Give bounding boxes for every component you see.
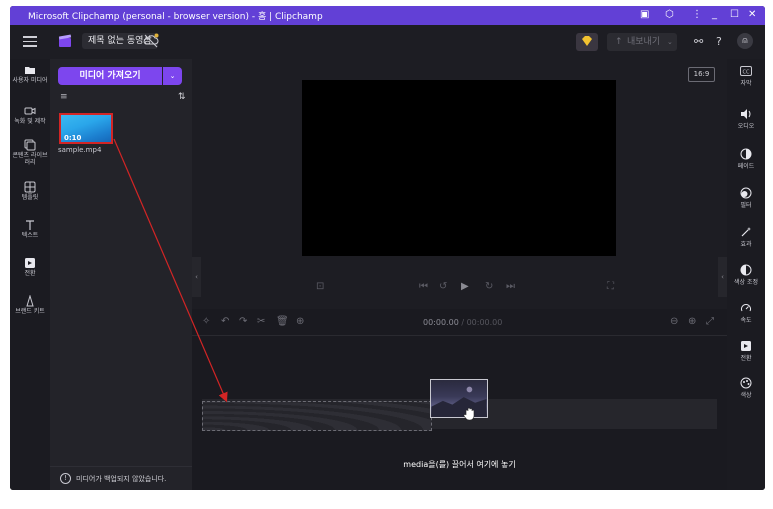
right-item-captions[interactable]: CC 자막 (727, 65, 765, 87)
reader-icon[interactable]: ▣ (640, 8, 649, 22)
app-window: Microsoft Clipchamp (personal - browser … (10, 6, 765, 490)
import-dropdown-button[interactable]: ⌄ (163, 67, 182, 85)
diamond-icon (582, 36, 592, 46)
split-icon[interactable]: ✂ (257, 316, 265, 328)
skip-forward-icon[interactable]: ⏭ (506, 281, 515, 293)
screenshot-icon[interactable]: ⊡ (316, 281, 324, 293)
right-item-color-adjust[interactable]: 색상 조정 (727, 264, 765, 286)
clipchamp-logo-icon (58, 34, 72, 47)
zoom-out-icon[interactable]: ⊖ (670, 316, 678, 328)
import-media-button[interactable]: 미디어 가져오기 (58, 67, 162, 85)
color-icon (740, 377, 752, 389)
video-preview[interactable] (302, 80, 616, 256)
nav-item-brand-kit[interactable]: 브랜드 키트 (10, 295, 50, 315)
color-adjust-icon (740, 264, 752, 276)
camera-icon (24, 107, 36, 115)
nav-item-transitions[interactable]: 전환 (10, 257, 50, 277)
upload-icon: ↑ (615, 37, 623, 47)
collapse-right-button[interactable]: ‹ (718, 257, 727, 297)
folder-icon (25, 67, 35, 74)
more-icon[interactable]: ⋮ (692, 8, 702, 22)
title-bar: Microsoft Clipchamp (personal - browser … (10, 6, 765, 25)
audio-icon (741, 109, 751, 119)
rewind-icon[interactable]: ↺ (439, 281, 447, 293)
preview-area: 16:9 ‹ ‹ ⊡ ⏮ ↺ ▶ ↻ ⏭ ⛶ (192, 59, 727, 309)
add-media-icon[interactable]: ⊕ (296, 316, 304, 328)
info-icon: ! (60, 473, 71, 484)
help-icon[interactable]: ? (716, 34, 722, 50)
redo-icon[interactable]: ↷ (239, 316, 247, 328)
right-item-speed[interactable]: 속도 (727, 302, 765, 324)
close-icon[interactable]: ✕ (748, 8, 756, 22)
nav-item-templates[interactable]: 템플릿 (10, 181, 50, 201)
timeline: ✧ ↶ ↷ ✂ 🗑 ⊕ 00:00.00 / 00:00.00 ⊖ ⊕ ⤢ me… (192, 309, 727, 490)
right-item-filter[interactable]: 필터 (727, 187, 765, 209)
left-sidebar: 사용자 미디어 녹화 및 제작 콘텐츠 라이브러리 템플릿 텍스트 전환 브랜드… (10, 59, 50, 490)
effects-icon (741, 227, 751, 237)
window-title: Microsoft Clipchamp (personal - browser … (28, 12, 323, 22)
grab-hand-icon (463, 407, 475, 421)
right-item-effects[interactable]: 효과 (727, 226, 765, 248)
magic-icon[interactable]: ✧ (202, 316, 210, 328)
export-button[interactable]: ↑ 내보내기 ⌄ (607, 33, 677, 51)
media-thumbnail[interactable]: 0:10 (59, 113, 113, 144)
play-icon[interactable]: ▶ (461, 281, 469, 293)
time-display: 00:00.00 / 00:00.00 (423, 318, 503, 327)
menu-icon[interactable] (23, 33, 37, 51)
premium-button[interactable] (576, 33, 598, 51)
drop-hint: media을(를) 끌어서 여기에 놓기 (403, 460, 516, 469)
nav-item-content-library[interactable]: 콘텐츠 라이브러리 (10, 139, 50, 166)
media-filename: sample.mp4 (58, 146, 102, 154)
timeline-toolbar: ✧ ↶ ↷ ✂ 🗑 ⊕ 00:00.00 / 00:00.00 ⊖ ⊕ ⤢ (192, 309, 727, 336)
fit-icon[interactable]: ⤢ (706, 316, 714, 328)
svg-text:CC: CC (743, 70, 750, 76)
undo-icon[interactable]: ↶ (221, 316, 229, 328)
speed-icon (741, 304, 751, 312)
fade-icon (740, 148, 752, 160)
transitions-icon (25, 258, 35, 268)
captions-icon: CC (740, 66, 752, 76)
cloud-off-icon[interactable] (142, 32, 160, 50)
minimize-icon[interactable]: _ (712, 8, 717, 22)
dragged-media-thumbnail[interactable] (430, 379, 488, 418)
fullscreen-icon[interactable]: ⛶ (607, 281, 614, 293)
backup-notice[interactable]: ! 미디어가 백업되지 않았습니다. (50, 466, 192, 490)
filter-icon[interactable]: ≡ (60, 92, 68, 102)
filter-icon (740, 187, 752, 199)
brand-kit-icon (26, 295, 34, 307)
avatar[interactable]: ⍝ (737, 33, 753, 49)
right-sidebar: CC 자막 오디오 페이드 필터 효과 색상 조정 속도 전환 색상 (727, 59, 765, 490)
nav-item-your-media[interactable]: 사용자 미디어 (10, 64, 50, 84)
transitions-icon (741, 341, 751, 351)
aspect-ratio-button[interactable]: 16:9 (688, 67, 715, 82)
share-icon[interactable]: ⚯ (694, 34, 703, 50)
sort-icon[interactable]: ⇅ (178, 92, 186, 102)
nav-item-record-create[interactable]: 녹화 및 제작 (10, 105, 50, 125)
right-item-transitions[interactable]: 전환 (727, 340, 765, 362)
templates-icon (24, 181, 36, 193)
nav-item-text[interactable]: 텍스트 (10, 219, 50, 239)
chevron-down-icon: ⌄ (667, 38, 673, 46)
media-panel: 미디어 가져오기 ⌄ ≡ ⇅ 0:10 sample.mp4 ! 미디어가 백업… (50, 59, 192, 490)
forward-icon[interactable]: ↻ (485, 281, 493, 293)
skip-back-icon[interactable]: ⏮ (419, 281, 428, 293)
right-item-audio[interactable]: 오디오 (727, 108, 765, 130)
right-item-color[interactable]: 색상 (727, 377, 765, 399)
collapse-left-button[interactable]: ‹ (192, 257, 201, 297)
app-header: 제목 없는 동영상 ↑ 내보내기 ⌄ ⚯ ? ⍝ (10, 25, 765, 59)
text-icon (26, 220, 34, 230)
library-icon (24, 139, 36, 151)
mountain-image (431, 386, 487, 417)
drop-zone[interactable] (202, 401, 432, 431)
zoom-in-icon[interactable]: ⊕ (688, 316, 696, 328)
extensions-icon[interactable]: ⬡ (665, 8, 674, 22)
maximize-icon[interactable]: ☐ (730, 8, 739, 22)
right-item-fade[interactable]: 페이드 (727, 148, 765, 170)
delete-icon[interactable]: 🗑 (276, 316, 289, 328)
